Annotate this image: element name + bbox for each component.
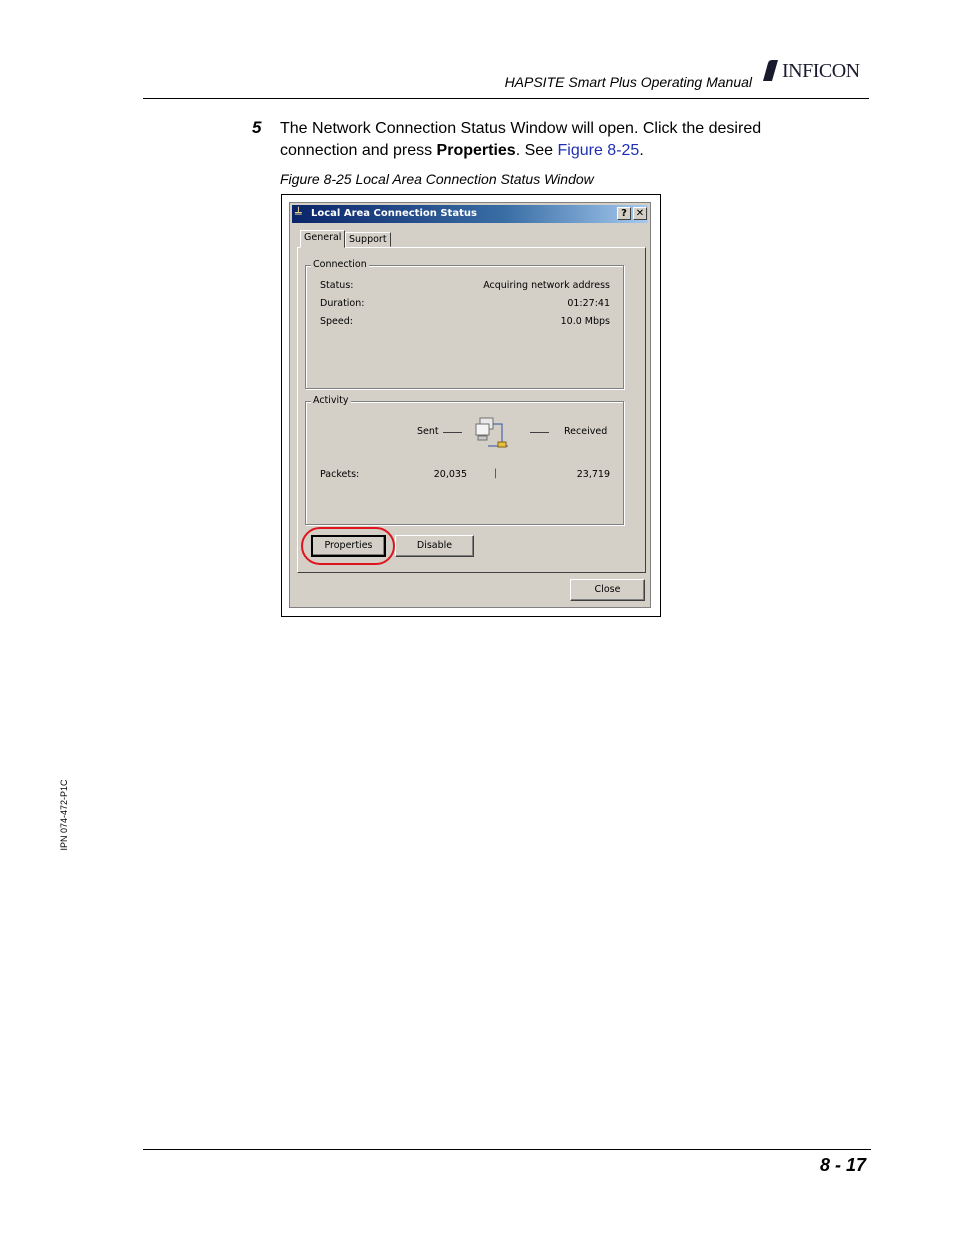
- speed-label: Speed:: [320, 316, 353, 327]
- status-label: Status:: [320, 280, 354, 291]
- sent-line: [443, 432, 462, 433]
- logo-mark-icon: [763, 60, 778, 81]
- activity-legend: Activity: [311, 395, 351, 407]
- figure-caption: Figure 8-25 Local Area Connection Status…: [280, 171, 594, 187]
- disable-button[interactable]: Disable: [395, 535, 474, 557]
- step-number: 5: [252, 118, 262, 137]
- manual-title: HAPSITE Smart Plus Operating Manual: [504, 74, 752, 90]
- tab-support[interactable]: Support: [345, 232, 391, 247]
- dialog-title: Local Area Connection Status: [311, 208, 477, 219]
- network-icon: ╧: [295, 207, 302, 220]
- packets-received-value: 23,719: [576, 469, 610, 480]
- page-number: 8 - 17: [819, 1155, 866, 1175]
- duration-label: Duration:: [320, 298, 365, 309]
- help-button[interactable]: ?: [617, 207, 631, 220]
- received-line: [530, 432, 549, 433]
- step-text: The Network Connection Status Window wil…: [280, 118, 840, 162]
- inficon-logo: INFICON: [760, 58, 872, 84]
- connection-status-dialog: ╧ Local Area Connection Status ? ✕ Gener…: [289, 202, 651, 608]
- packets-separator: |: [494, 468, 498, 479]
- connection-legend: Connection: [311, 259, 369, 271]
- step-text-part2: . See: [515, 142, 558, 159]
- received-label: Received: [564, 426, 608, 437]
- properties-highlight-circle: [301, 527, 395, 565]
- sent-label: Sent: [417, 426, 439, 437]
- tab-general[interactable]: General: [300, 230, 346, 248]
- logo-text: INFICON: [782, 60, 860, 82]
- close-icon[interactable]: ✕: [633, 207, 647, 220]
- figure-link[interactable]: Figure 8-25: [558, 142, 640, 159]
- dialog-titlebar[interactable]: ╧ Local Area Connection Status ? ✕: [292, 205, 648, 223]
- side-ipn-label: IPN 074-472-P1C: [59, 779, 69, 851]
- speed-value: 10.0 Mbps: [560, 316, 610, 327]
- duration-value: 01:27:41: [567, 298, 610, 309]
- header-rule: [143, 98, 869, 99]
- step-text-part3: .: [639, 142, 644, 159]
- footer-rule: [143, 1149, 871, 1150]
- network-computers-icon: [475, 417, 508, 448]
- properties-bold: Properties: [436, 142, 516, 159]
- close-button[interactable]: Close: [570, 579, 645, 601]
- connection-group: Connection Status: Acquiring network add…: [305, 259, 624, 389]
- status-value: Acquiring network address: [483, 280, 610, 291]
- packets-label: Packets:: [320, 469, 360, 480]
- activity-group: Activity Sent Received Packets: 20,035 |…: [305, 395, 624, 525]
- packets-sent-value: 20,035: [433, 469, 467, 480]
